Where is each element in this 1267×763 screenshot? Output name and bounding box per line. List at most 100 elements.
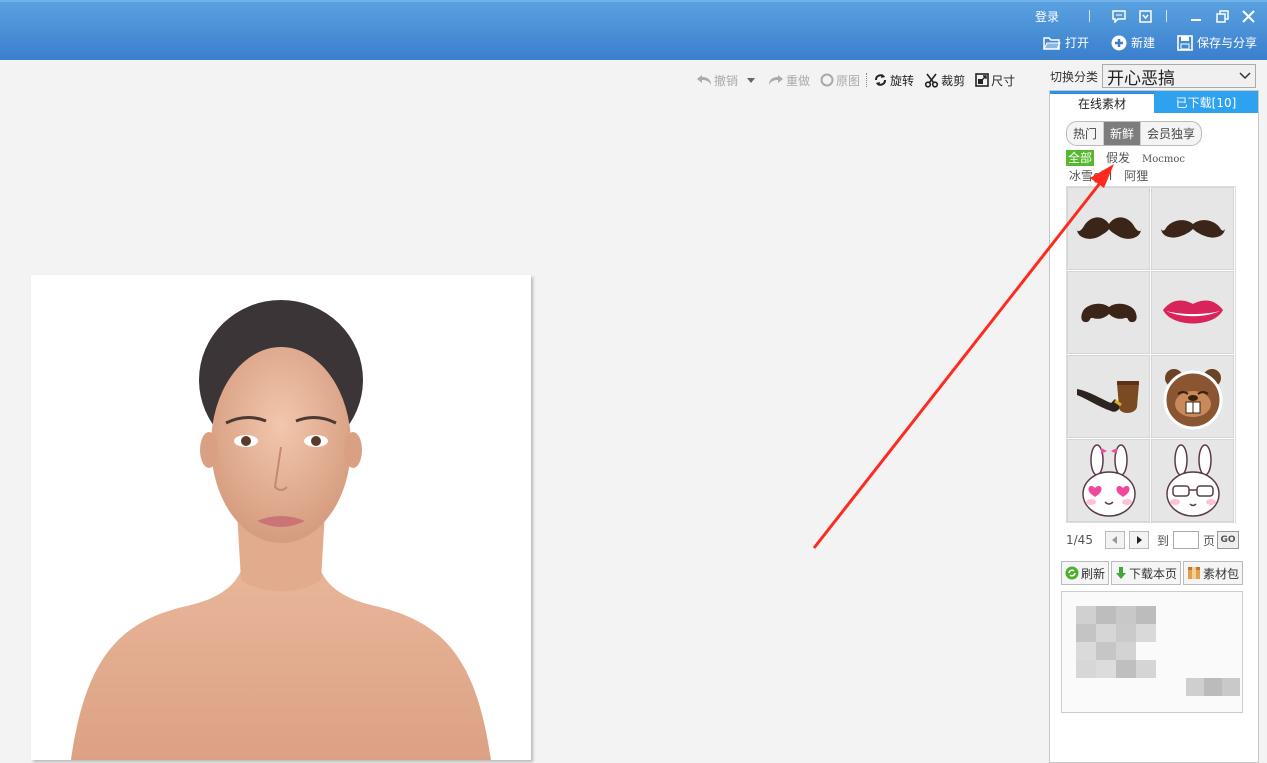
sticker-item[interactable] xyxy=(1151,187,1234,270)
sticker-item[interactable] xyxy=(1151,271,1234,354)
blurred-block xyxy=(1076,642,1096,660)
filter-all[interactable]: 全部 xyxy=(1066,150,1095,166)
material-tabs: 在线素材 已下载[10] xyxy=(1050,91,1258,113)
save-share-button[interactable]: 保存与分享 xyxy=(1177,34,1257,51)
tab-online-materials[interactable]: 在线素材 xyxy=(1050,91,1154,113)
download-icon xyxy=(1116,567,1127,579)
divider xyxy=(1089,10,1090,22)
page-suffix: 页 xyxy=(1202,533,1215,548)
save-share-label: 保存与分享 xyxy=(1196,36,1257,50)
blurred-block xyxy=(1096,606,1116,624)
minimize-icon[interactable] xyxy=(1187,7,1205,25)
save-icon xyxy=(1177,34,1193,51)
refresh-label: 刷新 xyxy=(1081,566,1106,581)
next-page-button[interactable] xyxy=(1128,531,1149,549)
blurred-block xyxy=(1116,660,1136,678)
go-button[interactable]: GO xyxy=(1216,531,1239,549)
login-link[interactable]: 登录 xyxy=(1035,8,1059,25)
size-button[interactable]: 尺寸 xyxy=(975,72,1015,89)
filter-wig[interactable]: 假发 xyxy=(1106,150,1130,166)
redo-button[interactable]: 重做 xyxy=(768,72,810,89)
beaver-icon xyxy=(1163,368,1222,429)
filter-ali[interactable]: 阿狸 xyxy=(1124,168,1148,184)
refresh-button[interactable]: 刷新 xyxy=(1061,561,1110,585)
menu-icon[interactable] xyxy=(1136,7,1154,25)
blurred-block xyxy=(1116,606,1136,624)
blurred-block xyxy=(1096,642,1116,660)
mustache-3-icon xyxy=(1080,303,1137,322)
blurred-block xyxy=(1096,624,1116,642)
original-button[interactable]: 原图 xyxy=(820,72,860,89)
pager: 1/45 到 页 GO xyxy=(1066,531,1239,549)
title-bar-top: 登录 xyxy=(1035,6,1257,26)
filter-tags: 全部 假发 Mocmoc 冰雪girl 阿狸 xyxy=(1066,150,1256,184)
message-icon[interactable] xyxy=(1110,7,1128,25)
blurred-block xyxy=(1116,624,1136,642)
sticker-item[interactable] xyxy=(1151,439,1234,522)
blurred-block xyxy=(1136,660,1156,678)
filter-ice-girl[interactable]: 冰雪girl xyxy=(1069,168,1112,184)
blurred-block xyxy=(1136,624,1156,642)
add-circle-icon xyxy=(1111,35,1127,50)
chevron-down-icon xyxy=(747,78,756,83)
mustache-1-icon xyxy=(1076,216,1141,239)
new-button[interactable]: 新建 xyxy=(1111,34,1155,51)
pipe-icon xyxy=(1076,380,1139,413)
edit-toolbar: 撤销 重做 原图 旋转 裁剪 尺寸 xyxy=(696,70,1025,90)
rotate-icon xyxy=(875,74,887,86)
category-row: 切换分类 开心恶搞 xyxy=(1050,64,1257,89)
package-icon xyxy=(1188,567,1201,579)
segment-vip[interactable]: 会员独享 xyxy=(1141,122,1201,145)
material-pack-label: 素材包 xyxy=(1203,566,1240,581)
prev-page-button[interactable] xyxy=(1104,531,1125,549)
title-bar: 登录 打开 新建 保存与分享 xyxy=(0,0,1267,60)
undo-button[interactable]: 撤销 xyxy=(696,72,738,89)
sticker-item[interactable] xyxy=(1067,355,1150,438)
crop-button[interactable]: 裁剪 xyxy=(924,72,965,89)
blurred-block xyxy=(1136,606,1156,624)
blurred-block xyxy=(1076,606,1096,624)
toolbar-divider xyxy=(866,73,868,87)
material-pack-button[interactable]: 素材包 xyxy=(1183,561,1244,585)
chevron-left-icon xyxy=(1111,536,1117,544)
filter-mocmoc[interactable]: Mocmoc xyxy=(1142,152,1185,168)
rotate-button[interactable]: 旋转 xyxy=(873,72,914,89)
sticker-item[interactable] xyxy=(1067,187,1150,270)
panel-actions: 刷新 下载本页 素材包 xyxy=(1061,561,1245,585)
redo-label: 重做 xyxy=(786,73,811,88)
download-page-button[interactable]: 下载本页 xyxy=(1111,561,1182,585)
folder-icon xyxy=(1043,36,1061,50)
chevron-right-icon xyxy=(1136,536,1142,544)
bunny-hearts-icon xyxy=(1081,443,1136,517)
sticker-item[interactable] xyxy=(1151,355,1234,438)
refresh-icon xyxy=(1065,566,1079,580)
close-icon[interactable] xyxy=(1239,7,1257,25)
undo-dropdown[interactable] xyxy=(746,76,758,84)
download-page-label: 下载本页 xyxy=(1129,566,1178,581)
restore-icon[interactable] xyxy=(1213,7,1231,25)
open-button[interactable]: 打开 xyxy=(1043,34,1089,51)
segment-fresh[interactable]: 新鲜 xyxy=(1104,122,1142,145)
photo-canvas[interactable] xyxy=(31,275,531,760)
category-select[interactable]: 开心恶搞 xyxy=(1102,64,1257,89)
portrait-image xyxy=(71,300,491,760)
sticker-item[interactable] xyxy=(1067,271,1150,354)
sticker-grid xyxy=(1066,186,1236,523)
circle-icon xyxy=(820,73,834,87)
size-label: 尺寸 xyxy=(991,73,1016,88)
tab-downloaded[interactable]: 已下载[10] xyxy=(1154,91,1258,113)
segment-hot[interactable]: 热门 xyxy=(1067,122,1105,145)
segment-control: 热门 新鲜 会员独享 xyxy=(1066,121,1203,146)
rotate-label: 旋转 xyxy=(890,73,915,88)
open-label: 打开 xyxy=(1064,36,1089,50)
lips-icon xyxy=(1162,299,1223,323)
sticker-item[interactable] xyxy=(1067,439,1150,522)
crop-label: 裁剪 xyxy=(941,73,966,88)
blurred-block xyxy=(1076,660,1096,678)
material-panel: 在线素材 已下载[10] 热门 新鲜 会员独享 全部 假发 Mocmoc 冰雪gir… xyxy=(1049,90,1259,763)
blurred-block xyxy=(1222,678,1240,696)
blurred-block xyxy=(1204,678,1222,696)
divider xyxy=(1166,10,1167,22)
page-input[interactable] xyxy=(1172,531,1199,549)
blurred-block xyxy=(1116,642,1136,660)
